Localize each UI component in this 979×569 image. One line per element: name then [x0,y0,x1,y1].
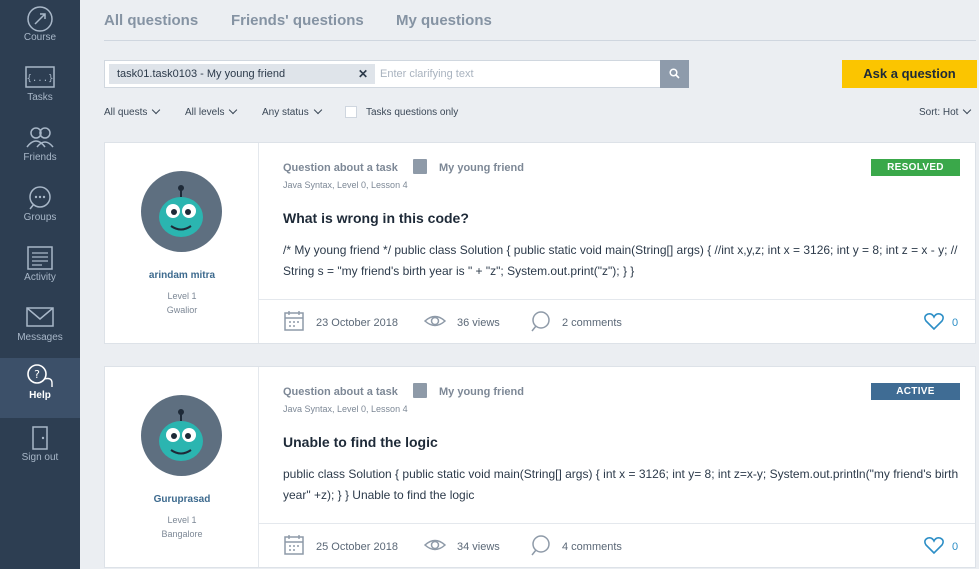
search-input[interactable] [380,64,660,84]
question-body: public class Solution { public static vo… [283,467,959,502]
search-icon [669,68,680,79]
sidebar-item-label: Activity [24,272,56,283]
lesson-path: Java Syntax, Level 0, Lesson 4 [283,180,408,190]
author-panel: arindam mitra Level 1 Gwalior [105,143,259,343]
sidebar-item-sign-out[interactable]: Sign out [0,420,80,480]
sidebar-item-course[interactable]: Course [0,0,80,60]
eye-icon [424,539,446,551]
question-title[interactable]: What is wrong in this code? [283,210,469,226]
author-name[interactable]: Guruprasad [105,494,259,505]
question-tabs: All questions Friends' questions My ques… [104,0,976,41]
quests-filter-label: All quests [104,107,148,118]
view-count: 36 views [457,317,500,329]
task-filter-chip: task01.task0103 - My young friend ✕ [109,64,375,84]
quests-filter[interactable]: All quests [104,105,161,118]
envelope-icon [0,300,80,332]
card-footer: 25 October 2018 34 views 4 comments 0 [259,523,975,567]
friends-icon [0,120,80,152]
comment-count[interactable]: 2 comments [562,317,622,329]
avatar[interactable] [141,171,222,252]
sidebar-item-label: Course [23,32,57,43]
question-type: Question about a task [283,386,398,398]
status-filter[interactable]: Any status [262,105,322,118]
author-name[interactable]: arindam mitra [105,270,259,281]
robot-avatar-icon [159,409,203,461]
status-badge: ACTIVE [871,383,960,400]
sidebar-item-label: Groups [23,212,57,223]
sidebar-item-tasks[interactable]: {...} Tasks [0,60,80,120]
heart-icon[interactable] [923,534,945,556]
svg-text:?: ? [34,368,40,381]
chevron-down-icon [963,105,972,115]
sidebar-item-messages[interactable]: Messages [0,300,80,360]
rocket-icon [0,0,80,32]
document-icon [413,159,427,174]
author-level: Level 1 [167,291,197,301]
chevron-down-icon [229,105,238,115]
eye-icon [424,315,446,327]
status-filter-label: Any status [262,107,309,118]
sidebar-item-label: Sign out [21,452,59,463]
sidebar-item-help[interactable]: ? Help [0,358,80,418]
calendar-icon [284,311,304,331]
sidebar-item-friends[interactable]: Friends [0,120,80,180]
like-count: 0 [952,317,959,329]
calendar-icon [284,535,304,555]
view-count: 34 views [457,541,500,553]
tab-my-questions[interactable]: My questions [396,12,492,29]
code-icon: {...} [0,60,80,92]
close-icon[interactable]: ✕ [358,64,368,84]
question-card[interactable]: arindam mitra Level 1 Gwalior Question a… [104,142,976,344]
door-icon [0,420,80,452]
search-box: task01.task0103 - My young friend ✕ [104,60,689,88]
chevron-down-icon [313,105,322,115]
task-link[interactable]: My young friend [439,162,524,174]
levels-filter[interactable]: All levels [185,105,238,118]
comment-icon [531,535,550,556]
help-icon: ? [0,358,80,390]
sidebar: Course {...} Tasks Friends Groups Activi… [0,0,80,569]
sort-dropdown[interactable]: Sort: Hot [919,105,972,118]
task-filter-chip-label: task01.task0103 - My young friend [117,68,286,80]
tab-friends-questions[interactable]: Friends' questions [231,12,364,29]
question-body: /* My young friend */ public class Solut… [283,243,958,278]
question-date: 23 October 2018 [316,317,398,329]
lesson-path: Java Syntax, Level 0, Lesson 4 [283,404,408,414]
heart-icon[interactable] [923,310,945,332]
svg-text:{...}: {...} [26,74,53,84]
author-city: Bangalore [161,529,203,539]
document-icon [413,383,427,398]
sidebar-item-activity[interactable]: Activity [0,240,80,300]
sidebar-item-label: Friends [23,152,57,163]
question-card[interactable]: Guruprasad Level 1 Bangalore Question ab… [104,366,976,568]
activity-icon [0,240,80,272]
like-count: 0 [952,541,959,553]
groups-icon [0,180,80,212]
sidebar-item-label: Help [29,390,51,401]
question-title[interactable]: Unable to find the logic [283,434,438,450]
search-button[interactable] [660,60,689,88]
ask-question-button[interactable]: Ask a question [842,60,977,88]
status-badge: RESOLVED [871,159,960,176]
levels-filter-label: All levels [185,107,225,118]
tasks-only-checkbox[interactable] [345,106,357,118]
sidebar-item-label: Tasks [27,92,53,103]
tab-all-questions[interactable]: All questions [104,12,198,29]
author-panel: Guruprasad Level 1 Bangalore [105,367,259,567]
sort-label: Sort: Hot [919,107,959,118]
task-link[interactable]: My young friend [439,386,524,398]
sidebar-item-groups[interactable]: Groups [0,180,80,240]
question-date: 25 October 2018 [316,541,398,553]
comment-count[interactable]: 4 comments [562,541,622,553]
card-footer: 23 October 2018 36 views 2 comments 0 [259,299,975,343]
comment-icon [531,311,550,332]
robot-avatar-icon [159,185,203,237]
question-type: Question about a task [283,162,398,174]
avatar[interactable] [141,395,222,476]
author-city: Gwalior [166,305,198,315]
sidebar-item-label: Messages [17,332,63,343]
tasks-only-label: Tasks questions only [366,107,459,118]
author-level: Level 1 [167,515,197,525]
chevron-down-icon [152,105,161,115]
